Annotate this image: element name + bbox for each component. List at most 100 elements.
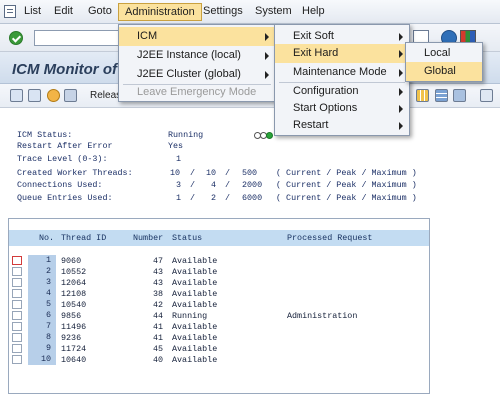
row-number: 4 [28,288,56,299]
row-number: 10 [28,354,56,365]
row-number: 3 [28,277,56,288]
thread-number: 41 [152,322,163,332]
menu-option-exit-hard[interactable]: Exit Hard [275,44,409,63]
submenu-arrow-icon [399,69,403,77]
icm-status-value: Running [168,130,204,140]
row-select-checkbox[interactable] [12,311,22,320]
icm-submenu: Exit Soft Exit Hard Maintenance Mode Con… [274,24,410,136]
menu-option-label: ICM [137,30,158,42]
thread-id: 12108 [61,289,87,299]
release-connections-button[interactable]: Releas [90,90,121,101]
menu-option-label: Global [424,65,456,77]
refresh-icon[interactable] [10,89,23,102]
menu-option-j2ee-instance[interactable]: J2EE Instance (local) [119,46,275,65]
menu-administration[interactable]: Administration [118,3,202,21]
restart-value: Yes [168,141,184,151]
menu-option-icm[interactable]: ICM [119,27,275,46]
table-row[interactable]: 1 9060 47 Available [9,255,429,266]
menu-option-maintenance-mode[interactable]: Maintenance Mode [275,63,409,82]
row-select-checkbox[interactable] [12,322,22,331]
row-select-checkbox[interactable] [12,278,22,287]
enter-check-icon[interactable] [9,31,23,45]
menu-help[interactable]: Help [302,5,325,17]
queue-legend: ( Current / Peak / Maximum ) [276,193,417,203]
sap-menu-icon[interactable] [4,5,16,18]
row-number: 8 [28,332,56,343]
row-select-checkbox[interactable] [12,355,22,364]
row-select-checkbox[interactable] [12,267,22,276]
thread-status: Running [172,311,208,321]
menu-goto[interactable]: Goto [88,5,112,17]
row-number: 5 [28,299,56,310]
worker-legend: ( Current / Peak / Maximum ) [276,168,417,178]
submenu-arrow-icon [265,33,269,41]
submenu-arrow-icon [399,105,403,113]
icm-status-label: ICM Status: [17,130,73,140]
menu-option-label: Leave Emergency Mode [137,86,257,98]
queue-label: Queue Entries Used: [17,193,113,203]
thread-number: 43 [152,278,163,288]
column-layout-icon[interactable] [416,89,429,102]
menu-list[interactable]: List [24,5,41,17]
thread-id: 11496 [61,322,87,332]
row-layout-icon[interactable] [435,89,448,102]
row-select-checkbox[interactable] [12,344,22,353]
table-row[interactable]: 5 10540 42 Available [9,299,429,310]
menu-settings[interactable]: Settings [203,5,243,17]
row-select-checkbox[interactable] [12,256,22,265]
thread-id: 10540 [61,300,87,310]
connections-current: 3 [176,180,182,190]
thread-status: Available [172,289,218,299]
table-row[interactable]: 6 9856 44 Running Administration [9,310,429,321]
row-number: 7 [28,321,56,332]
menu-option-global[interactable]: Global [406,62,482,81]
thread-id: 9856 [61,311,82,321]
header-number[interactable]: Number [133,233,163,243]
worker-threads-label: Created Worker Threads: [17,168,133,178]
table-row[interactable]: 7 11496 41 Available [9,321,429,332]
exit-hard-submenu: Local Global [405,42,483,82]
trace-level-value: 1 [176,154,182,164]
menu-option-j2ee-cluster[interactable]: J2EE Cluster (global) [119,65,275,84]
row-select-checkbox[interactable] [12,289,22,298]
queue-max: 6000 [242,193,263,203]
menu-option-label: J2EE Instance (local) [137,49,241,61]
header-status[interactable]: Status [172,233,202,243]
trace-level-label: Trace Level (0-3): [17,154,108,164]
info-icon[interactable] [480,89,493,102]
table-row[interactable]: 9 11724 45 Available [9,343,429,354]
thread-number: 43 [152,267,163,277]
row-select-checkbox[interactable] [12,300,22,309]
table-row[interactable]: 4 12108 38 Available [9,288,429,299]
menu-option-local[interactable]: Local [406,44,482,63]
services-icon[interactable] [64,89,77,102]
row-number: 6 [28,310,56,321]
thread-status: Available [172,333,218,343]
thread-status: Available [172,267,218,277]
table-row[interactable]: 10 10640 40 Available [9,354,429,365]
table-row[interactable]: 2 10552 43 Available [9,266,429,277]
row-select-checkbox[interactable] [12,333,22,342]
table-row[interactable]: 3 12064 43 Available [9,277,429,288]
export-icon[interactable] [453,89,466,102]
details-icon[interactable] [28,89,41,102]
trace-icon[interactable] [47,89,60,102]
table-header: No. Thread ID Number Status Processed Re… [9,230,429,246]
table-row[interactable]: 8 9236 41 Available [9,332,429,343]
menu-option-label: J2EE Cluster (global) [137,68,241,80]
queue-current: 1 [176,193,182,203]
menu-system[interactable]: System [255,5,292,17]
submenu-arrow-icon [265,71,269,79]
worker-max: 500 [242,168,258,178]
menu-option-restart[interactable]: Restart [275,116,409,135]
thread-number: 42 [152,300,163,310]
header-no[interactable]: No. [39,233,54,243]
thread-number: 47 [152,256,163,266]
header-thread-id[interactable]: Thread ID [61,233,106,243]
menu-option-label: Start Options [293,102,358,114]
thread-id: 9236 [61,333,82,343]
menu-edit[interactable]: Edit [54,5,73,17]
menu-option-leave-emergency-mode: Leave Emergency Mode [119,83,275,102]
header-processed-request[interactable]: Processed Request [287,233,372,243]
connections-peak: 4 [211,180,217,190]
